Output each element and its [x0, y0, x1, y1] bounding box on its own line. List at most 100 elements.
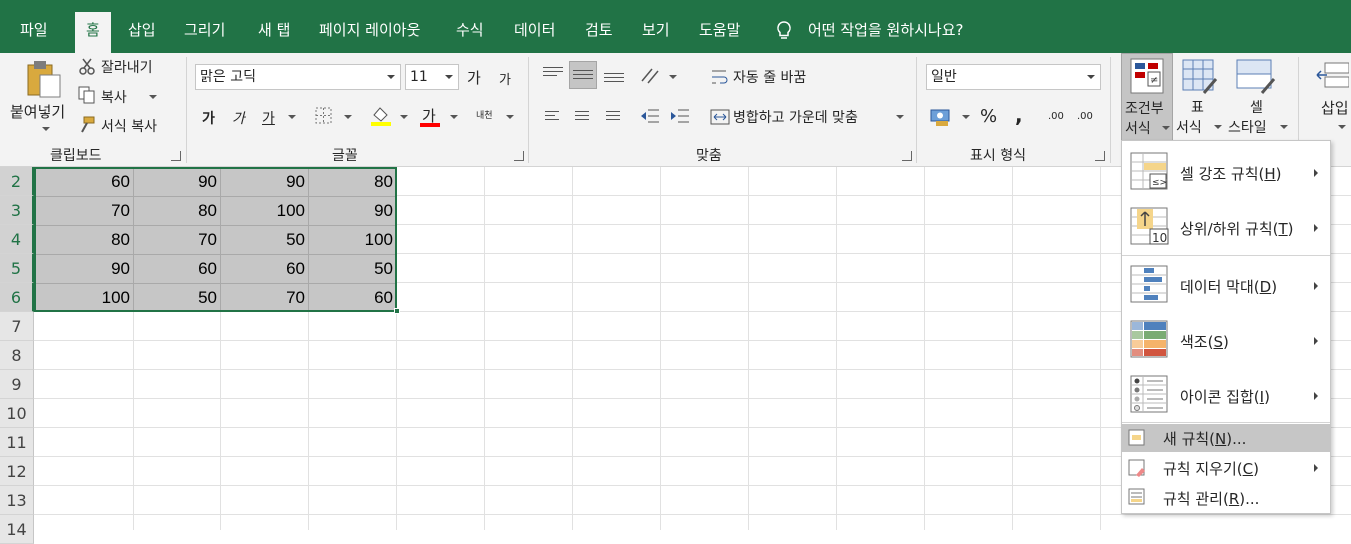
menu-item-top-bottom-rules[interactable]: 10 상위/하위 규칙(T) [1122, 199, 1330, 255]
chevron-down-icon[interactable] [1280, 125, 1288, 129]
align-middle-button[interactable] [569, 61, 597, 89]
increase-indent-icon[interactable] [670, 108, 690, 126]
comma-button[interactable]: , [1015, 103, 1023, 127]
menu-item-manage-rules[interactable]: 규칙 관리(R)... [1122, 483, 1330, 513]
chevron-down-icon[interactable] [1338, 125, 1346, 129]
tab-review[interactable]: 검토 [585, 12, 613, 53]
tab-insert[interactable]: 삽입 [128, 12, 156, 53]
conditional-format-button[interactable]: ≠ 조건부 서식 [1121, 53, 1173, 141]
align-top-icon[interactable] [543, 67, 563, 79]
grow-font-button[interactable]: 가 [467, 67, 481, 88]
copy-button[interactable]: 복사 [101, 87, 127, 107]
row-header[interactable]: 9 [0, 370, 34, 399]
menu-item-data-bars[interactable]: 데이터 막대(D) [1122, 258, 1330, 313]
cell[interactable]: 80 [133, 196, 220, 225]
chevron-down-icon[interactable] [896, 115, 904, 119]
chevron-down-icon[interactable] [400, 115, 408, 119]
cell[interactable]: 50 [220, 225, 308, 254]
chevron-down-icon[interactable] [149, 95, 157, 99]
cell[interactable]: 90 [34, 254, 133, 283]
number-format-select[interactable]: 일반 [926, 64, 1101, 90]
decrease-indent-icon[interactable] [640, 108, 660, 126]
row-header[interactable]: 13 [0, 486, 34, 515]
cell[interactable]: 70 [34, 196, 133, 225]
chevron-down-icon[interactable] [669, 75, 677, 79]
tab-draw[interactable]: 그리기 [184, 12, 225, 53]
tab-page-layout[interactable]: 페이지 레이아웃 [319, 12, 420, 53]
cell[interactable]: 90 [220, 167, 308, 196]
tell-me-search[interactable]: 어떤 작업을 원하시나요? [808, 12, 964, 53]
row-header[interactable]: 2 [0, 167, 34, 196]
row-header[interactable]: 6 [0, 283, 34, 312]
menu-item-new-rule[interactable]: 새 규칙(N)... [1122, 424, 1330, 452]
chevron-down-icon[interactable] [506, 115, 514, 119]
cell[interactable]: 50 [308, 254, 396, 283]
paste-button[interactable]: 붙여넣기 [8, 57, 74, 139]
row-header[interactable]: 10 [0, 399, 34, 428]
tab-new[interactable]: 새 탭 [258, 12, 290, 53]
row-header[interactable]: 3 [0, 196, 34, 225]
align-center-icon[interactable] [575, 111, 589, 123]
row-header[interactable]: 5 [0, 254, 34, 283]
tab-home[interactable]: 홈 [75, 12, 111, 53]
cell[interactable]: 90 [133, 167, 220, 196]
underline-button[interactable]: 가 [262, 108, 275, 128]
italic-button[interactable]: 가 [232, 108, 245, 128]
clipboard-launcher-icon[interactable] [171, 151, 181, 161]
tab-file[interactable]: 파일 [20, 12, 48, 53]
row-header[interactable]: 11 [0, 428, 34, 457]
percent-button[interactable]: % [980, 106, 997, 127]
chevron-down-icon[interactable] [344, 115, 352, 119]
chevron-down-icon[interactable] [962, 115, 970, 119]
cell[interactable]: 60 [133, 254, 220, 283]
merge-center-button[interactable]: 병합하고 가운데 맞춤 [733, 107, 858, 127]
font-name-select[interactable]: 맑은 고딕 [195, 64, 401, 90]
menu-item-highlight-rules[interactable]: ≤> 셀 강조 규칙(H) [1122, 145, 1330, 199]
row-header[interactable]: 7 [0, 312, 34, 341]
cell[interactable]: 100 [34, 283, 133, 312]
lightbulb-icon[interactable] [775, 20, 793, 42]
tab-data[interactable]: 데이터 [514, 12, 555, 53]
cell[interactable]: 70 [133, 225, 220, 254]
phonetic-button[interactable]: 내천 [476, 108, 493, 121]
tab-view[interactable]: 보기 [642, 12, 670, 53]
alignment-launcher-icon[interactable] [902, 151, 912, 161]
menu-item-clear-rules[interactable]: 규칙 지우기(C) [1122, 453, 1330, 483]
cell[interactable]: 60 [34, 167, 133, 196]
menu-item-icon-sets[interactable]: 아이콘 집합(I) [1122, 368, 1330, 422]
cell[interactable]: 70 [220, 283, 308, 312]
fill-color-icon[interactable] [370, 105, 392, 127]
cell-styles-label2[interactable]: 스타일 [1228, 117, 1267, 137]
increase-decimal-button[interactable]: .00 [1048, 111, 1064, 122]
cell[interactable]: 80 [34, 225, 133, 254]
wrap-text-button[interactable]: 자동 줄 바꿈 [733, 67, 806, 87]
align-left-icon[interactable] [545, 111, 559, 123]
cell[interactable]: 60 [308, 283, 396, 312]
decrease-decimal-button[interactable]: .00 [1077, 111, 1093, 122]
font-launcher-icon[interactable] [514, 151, 524, 161]
chevron-down-icon[interactable] [288, 115, 296, 119]
number-launcher-icon[interactable] [1095, 151, 1105, 161]
cut-button[interactable]: 잘라내기 [101, 57, 153, 77]
cell[interactable]: 100 [220, 196, 308, 225]
format-painter-button[interactable]: 서식 복사 [101, 116, 157, 136]
accounting-format-icon[interactable] [930, 107, 952, 127]
border-icon[interactable] [315, 107, 333, 125]
cell[interactable]: 60 [220, 254, 308, 283]
tab-formulas[interactable]: 수식 [456, 12, 484, 53]
align-right-icon[interactable] [606, 111, 620, 123]
format-as-table-label2[interactable]: 서식 [1176, 117, 1202, 137]
menu-item-color-scales[interactable]: 색조(S) [1122, 313, 1330, 368]
row-header[interactable]: 4 [0, 225, 34, 254]
cell[interactable]: 80 [308, 167, 396, 196]
shrink-font-button[interactable]: 가 [499, 69, 511, 88]
cell[interactable]: 50 [133, 283, 220, 312]
orientation-icon[interactable] [640, 65, 662, 85]
chevron-down-icon[interactable] [450, 115, 458, 119]
font-size-select[interactable]: 11 [405, 64, 459, 90]
align-bottom-icon[interactable] [604, 73, 624, 85]
bold-button[interactable]: 가 [202, 108, 215, 128]
cell-styles-label[interactable]: 셀 [1250, 97, 1263, 117]
cell[interactable]: 90 [308, 196, 396, 225]
cell[interactable]: 100 [308, 225, 396, 254]
